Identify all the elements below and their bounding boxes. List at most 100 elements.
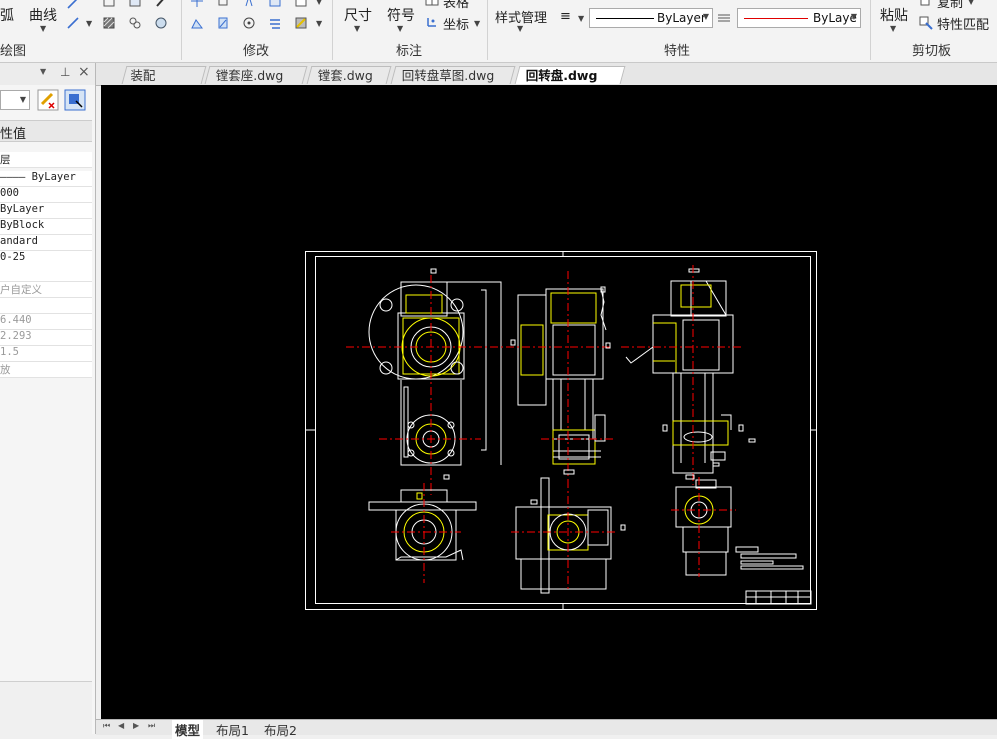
- modify-group-label: 修改: [243, 44, 270, 59]
- layout-tab[interactable]: 模型: [172, 720, 204, 739]
- view-right-section: [621, 265, 756, 485]
- properties-panel-footer: [0, 681, 92, 735]
- rotate-icon[interactable]: [242, 16, 256, 30]
- color-select[interactable]: ByLaye ▼: [737, 8, 861, 28]
- symbol-button[interactable]: 符号: [387, 5, 415, 25]
- document-tab[interactable]: 镗套座.dwg: [204, 66, 308, 84]
- ribbon-separator: [181, 0, 182, 60]
- document-tab-label: 镗套座.dwg: [215, 68, 284, 83]
- stretch-icon[interactable]: [190, 16, 204, 30]
- property-row[interactable]: ———— ByLayer: [0, 171, 92, 187]
- last-tab-icon[interactable]: ⏭: [148, 721, 155, 731]
- ribbon-separator: [870, 0, 871, 60]
- property-row[interactable]: 2.293: [0, 330, 92, 346]
- property-row[interactable]: 户自定义: [0, 282, 92, 298]
- copy-object-icon[interactable]: [216, 0, 230, 8]
- arc-button[interactable]: 弧: [0, 5, 14, 25]
- property-row[interactable]: 0-25: [0, 251, 92, 267]
- quick-select-icon[interactable]: [37, 89, 59, 111]
- coordinate-icon[interactable]: [425, 15, 439, 29]
- color-dropdown-icon[interactable]: ▼: [851, 12, 857, 21]
- first-tab-icon[interactable]: ⏮: [103, 721, 110, 731]
- draw-group-label: 绘图: [0, 44, 27, 59]
- dimension-dropdown-icon[interactable]: ▼: [354, 24, 360, 33]
- property-row[interactable]: 000: [0, 187, 92, 203]
- object-select-dropdown-icon[interactable]: ▼: [20, 95, 26, 104]
- linetype-select[interactable]: ByLayer ▼: [589, 8, 713, 28]
- layout-tab[interactable]: 布局2: [264, 720, 297, 739]
- scale-icon[interactable]: [216, 16, 230, 30]
- properties-column-header: 性值: [0, 120, 92, 142]
- property-row[interactable]: 层: [0, 152, 92, 168]
- symbol-dropdown-icon[interactable]: ▼: [397, 24, 403, 33]
- next-tab-icon[interactable]: ▶: [133, 721, 139, 730]
- style-manager-dropdown-icon[interactable]: ▼: [517, 24, 523, 33]
- explode-icon[interactable]: [294, 16, 308, 30]
- array-dropdown-icon[interactable]: ▼: [316, 0, 322, 6]
- technical-notes: [735, 546, 804, 570]
- property-row[interactable]: [0, 266, 92, 282]
- brush-tool-icon[interactable]: [154, 0, 168, 8]
- select-objects-icon[interactable]: [64, 89, 86, 111]
- title-block: [745, 590, 812, 605]
- object-select[interactable]: ▼: [0, 90, 30, 110]
- paste-button[interactable]: 粘贴: [880, 5, 908, 25]
- property-row[interactable]: [0, 298, 92, 314]
- clipboard-group-label: 剪切板: [912, 44, 952, 59]
- previous-tab-icon[interactable]: ◀: [118, 721, 124, 730]
- rectangle-tool-icon[interactable]: [102, 0, 116, 8]
- layout-tab[interactable]: 布局1: [216, 720, 249, 739]
- panel-menu-icon[interactable]: ▼: [40, 67, 46, 76]
- hatch-icon[interactable]: [102, 16, 116, 30]
- panel-close-icon[interactable]: ×: [78, 64, 90, 80]
- lineweight-dropdown-icon[interactable]: ▼: [578, 14, 584, 23]
- property-row[interactable]: 放: [0, 362, 92, 378]
- document-tab[interactable]: 回转盘草图.dwg: [390, 66, 516, 84]
- property-row[interactable]: 6.440: [0, 314, 92, 330]
- boundary-icon[interactable]: [154, 16, 168, 30]
- ribbon: 弧 曲线 ▼ ▼ 绘图 ▼ ▼ 修改 尺寸 ▼ 符号 ▼ 表格 坐标 ▼ 标注 …: [0, 0, 997, 63]
- drawing-canvas[interactable]: [101, 85, 997, 719]
- properties-panel: ▼ ⊥ × ▼ 性值 层 ———— ByLayer 000 ByLayer ByBlo…: [0, 63, 96, 735]
- polyline-icon[interactable]: [66, 0, 80, 10]
- array-icon[interactable]: [294, 0, 308, 8]
- property-row[interactable]: 1.5: [0, 346, 92, 362]
- copy-button[interactable]: 复制: [937, 0, 963, 11]
- line-dropdown-icon[interactable]: ▼: [86, 19, 92, 28]
- pin-icon[interactable]: ⊥: [60, 65, 70, 79]
- property-row[interactable]: andard: [0, 235, 92, 251]
- trim-icon[interactable]: [268, 16, 282, 30]
- table-icon[interactable]: [425, 0, 439, 7]
- match-properties-button[interactable]: 特性匹配: [937, 14, 989, 33]
- mirror-icon[interactable]: [242, 0, 256, 8]
- curve-button[interactable]: 曲线: [29, 5, 57, 25]
- property-row[interactable]: ByBlock: [0, 219, 92, 235]
- document-tab[interactable]: 装配图.dwg: [121, 66, 207, 101]
- lineweight-icon[interactable]: ≡: [560, 9, 571, 24]
- value-column-label: 性值: [0, 127, 27, 142]
- document-tab[interactable]: 回转盘.dwg×: [514, 66, 626, 101]
- view-side-section: [506, 271, 613, 485]
- paste-dropdown-icon[interactable]: ▼: [890, 24, 896, 33]
- table-button[interactable]: 表格: [443, 0, 469, 11]
- layout-tabs-bar: ⏮ ◀ ▶ ⏭ 模型 布局1 布局2: [96, 719, 997, 739]
- copy-dropdown-icon[interactable]: ▼: [968, 0, 974, 6]
- match-properties-icon[interactable]: [919, 16, 933, 30]
- coordinate-dropdown-icon[interactable]: ▼: [474, 19, 480, 28]
- move-icon[interactable]: [190, 0, 204, 8]
- dimension-button[interactable]: 尺寸: [344, 5, 372, 25]
- curve-dropdown-icon[interactable]: ▼: [40, 24, 46, 33]
- document-tab[interactable]: 镗套.dwg: [306, 66, 392, 84]
- linetype-manager-icon[interactable]: [717, 11, 731, 25]
- document-tab-label: 回转盘草图.dwg: [401, 68, 495, 83]
- copy-icon[interactable]: [919, 0, 933, 8]
- image-tool-icon[interactable]: [128, 0, 142, 8]
- coordinate-button[interactable]: 坐标: [443, 14, 469, 33]
- property-row[interactable]: ByLayer: [0, 203, 92, 219]
- document-tab-label: 回转盘.dwg: [525, 68, 598, 83]
- linetype-dropdown-icon[interactable]: ▼: [703, 12, 709, 21]
- region-icon[interactable]: [128, 16, 142, 30]
- offset-icon[interactable]: [268, 0, 282, 8]
- modify-dropdown-icon[interactable]: ▼: [316, 19, 322, 28]
- line-icon[interactable]: [66, 16, 80, 30]
